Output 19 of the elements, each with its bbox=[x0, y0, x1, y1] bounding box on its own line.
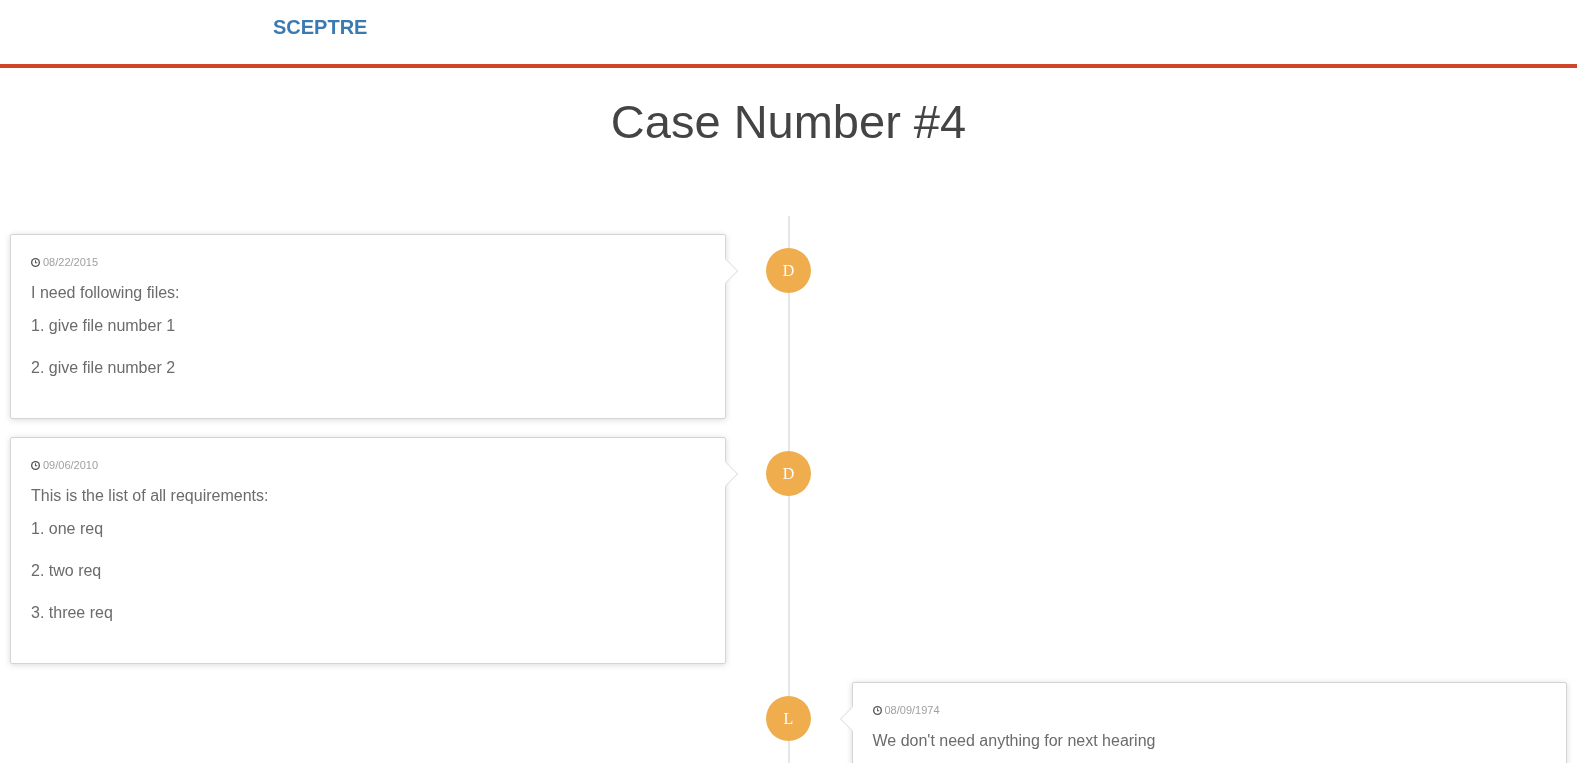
list-item: 3. three req bbox=[31, 603, 114, 623]
clock-icon bbox=[31, 461, 40, 470]
initial-badge: D bbox=[766, 451, 811, 496]
entry-date: 09/06/2010 bbox=[43, 458, 99, 473]
list-item: 1. one req bbox=[31, 519, 105, 539]
brand-link[interactable]: SCEPTRE bbox=[273, 15, 368, 39]
clock-icon bbox=[872, 706, 882, 715]
entry-heading: We don't need anything for next hearing bbox=[872, 731, 1157, 751]
entry-heading: I need following files: bbox=[31, 283, 181, 303]
page-title: Case Number #4 bbox=[609, 94, 968, 150]
entry-date: 08/22/2015 bbox=[43, 255, 99, 270]
clock-icon bbox=[31, 258, 40, 267]
initial-badge: L bbox=[766, 696, 811, 741]
list-item: 2. give file number 2 bbox=[31, 358, 177, 378]
entry-heading: This is the list of all requirements: bbox=[31, 486, 270, 506]
initial-badge: D bbox=[766, 248, 811, 293]
entry-date: 08/09/1974 bbox=[884, 703, 940, 718]
list-item: 2. two req bbox=[31, 561, 103, 581]
list-item: 1. give file number 1 bbox=[31, 316, 177, 336]
